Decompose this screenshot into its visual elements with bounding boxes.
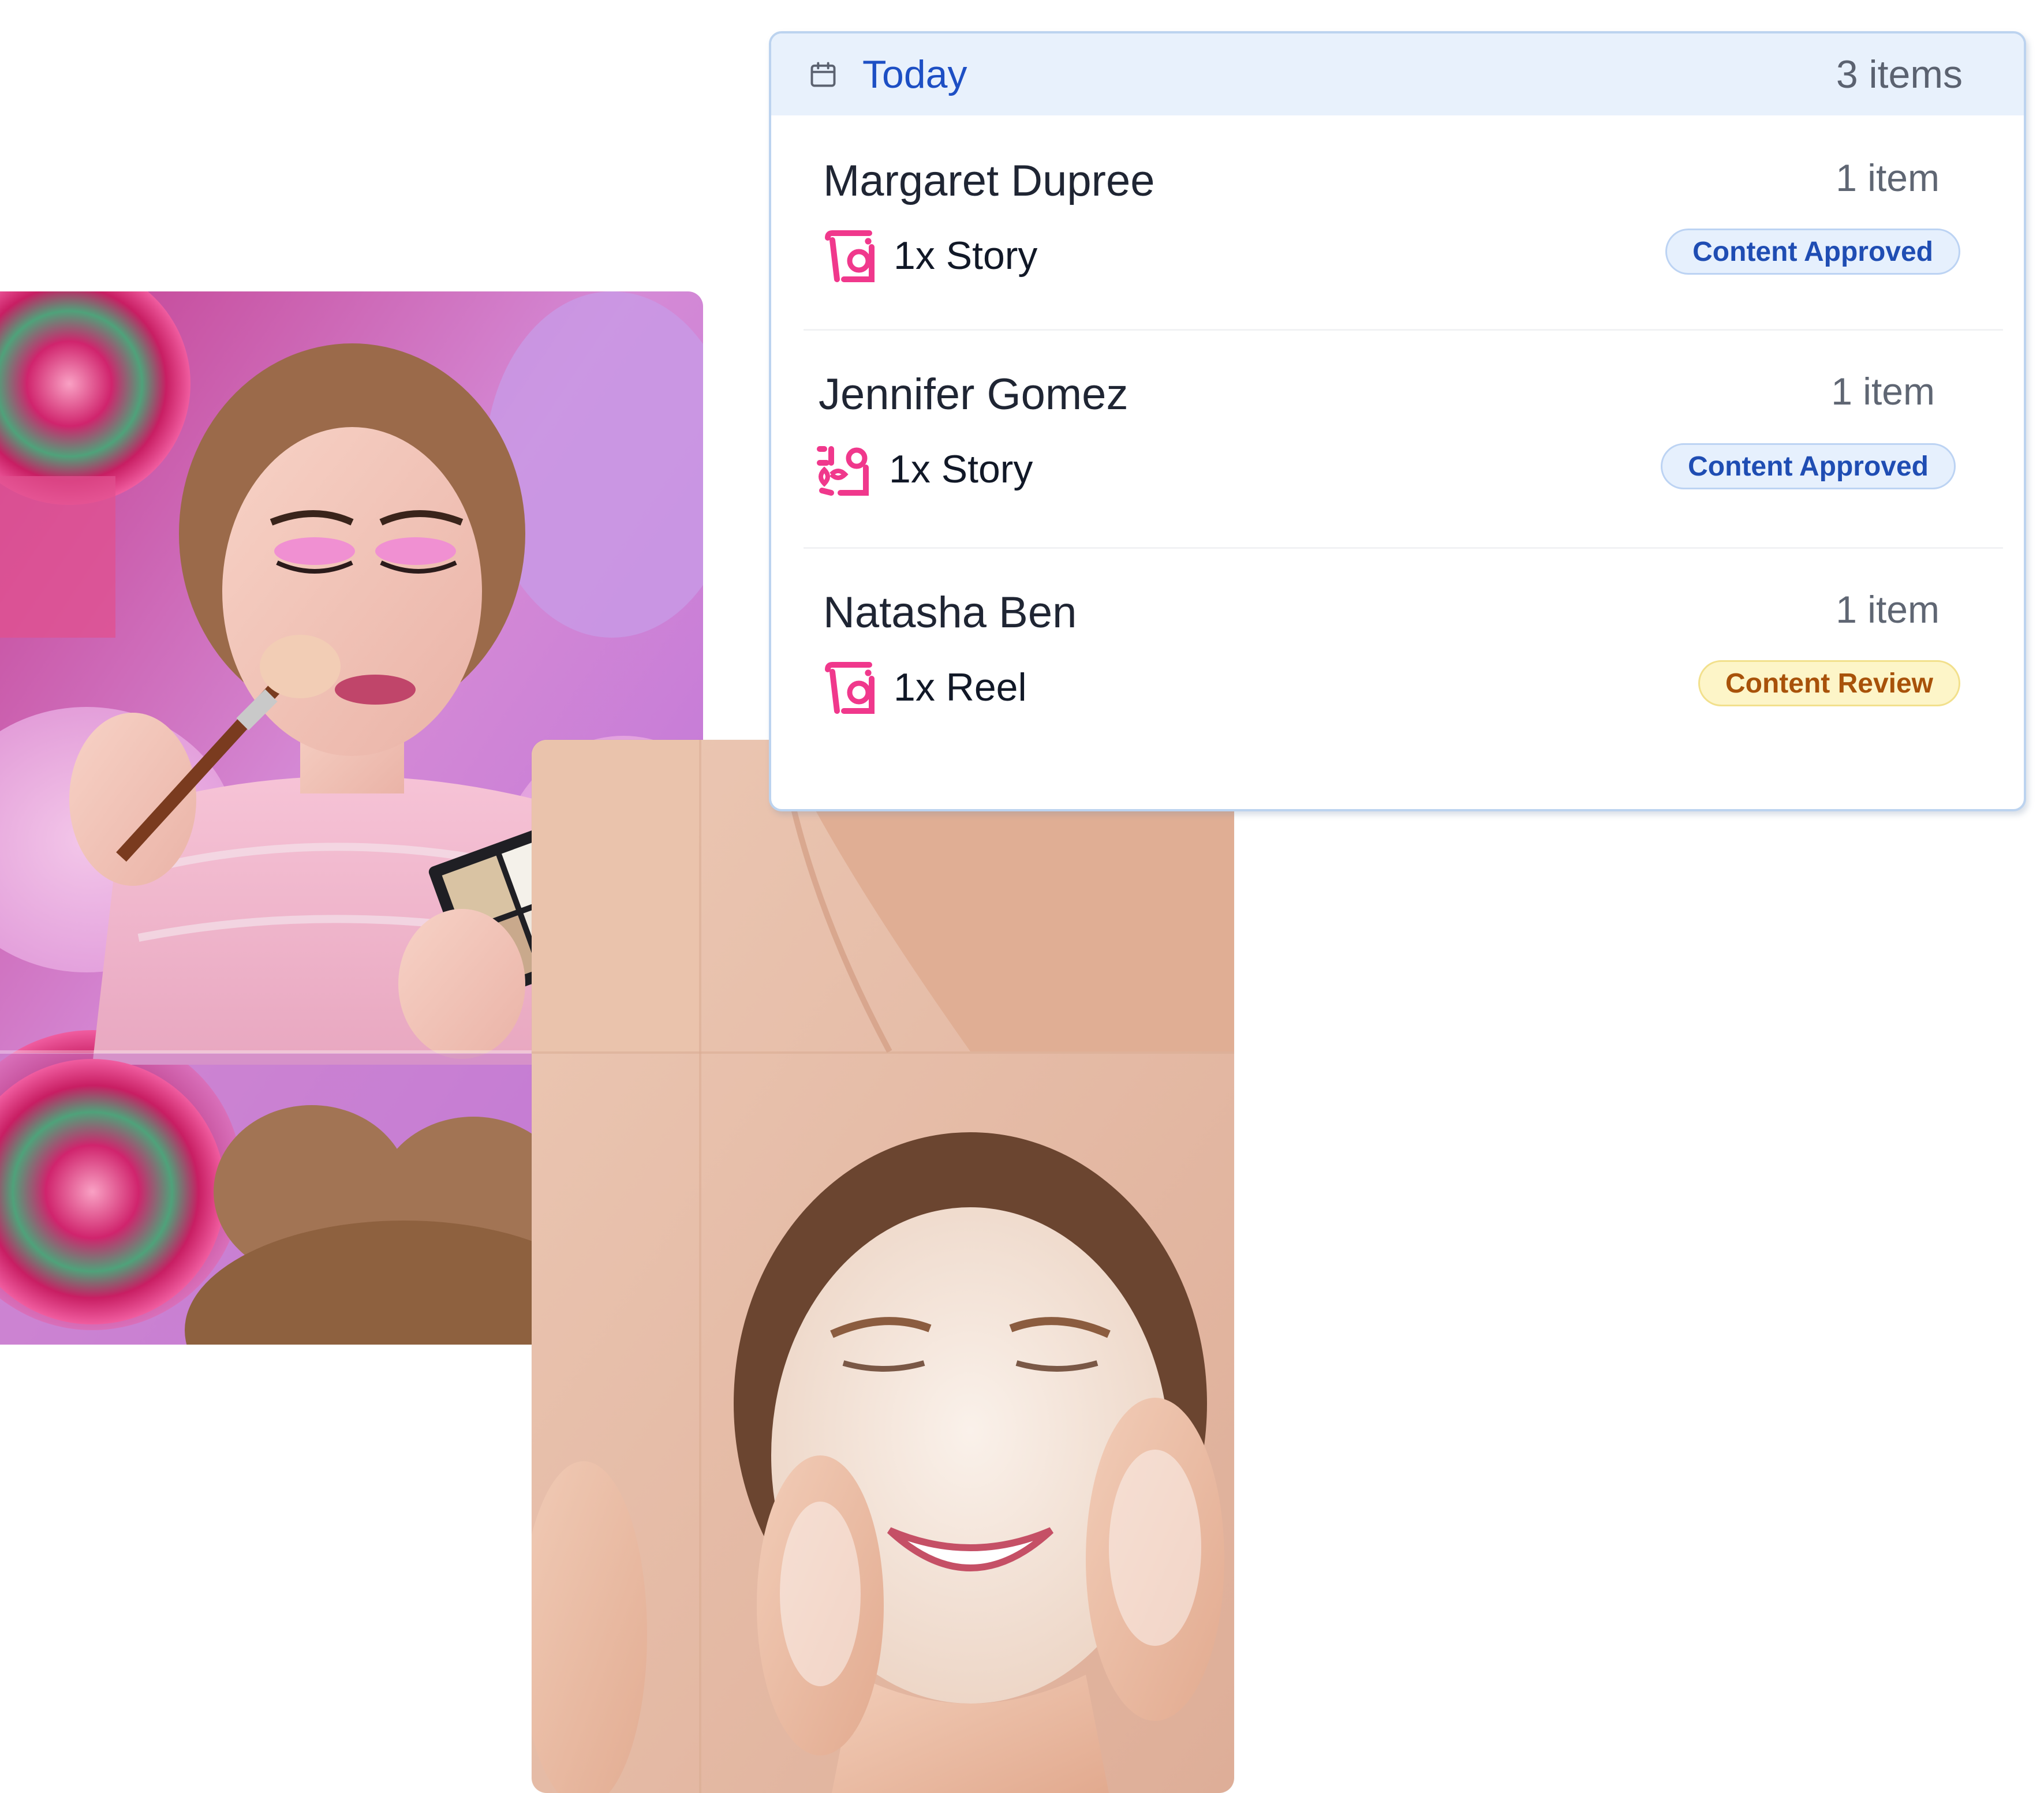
skincare-face-wash-photo xyxy=(532,740,1234,1793)
schedule-entry-jennifer-gomez[interactable]: Jennifer Gomez 1 item 1x Story Content A… xyxy=(771,329,2024,542)
schedule-item-count: 3 items xyxy=(1836,53,1963,96)
instagram-icon xyxy=(825,230,875,282)
creator-item-count: 1 item xyxy=(1836,588,1940,631)
schedule-header[interactable]: Today 3 items xyxy=(771,33,2024,115)
status-badge[interactable]: Content Approved xyxy=(1661,443,1956,489)
schedule-date-title: Today xyxy=(862,53,967,96)
creator-name: Natasha Ben xyxy=(823,588,1077,637)
deliverable-label: 1x Story xyxy=(889,447,1033,491)
schedule-card: Today 3 items Margaret Dupree 1 item 1x … xyxy=(769,31,2026,811)
creator-item-count: 1 item xyxy=(1836,156,1940,199)
schedule-entry-margaret-dupree[interactable]: Margaret Dupree 1 item 1x Story Content … xyxy=(771,115,2024,329)
deliverable-label: 1x Reel xyxy=(894,665,1027,709)
schedule-entry-natasha-ben[interactable]: Natasha Ben 1 item 1x Reel Content Revie… xyxy=(771,547,2024,761)
status-badge[interactable]: Content Review xyxy=(1698,660,1960,706)
instagram-icon xyxy=(817,446,869,496)
deliverable-label: 1x Story xyxy=(894,234,1038,278)
calendar-icon xyxy=(810,62,836,87)
creator-name: Margaret Dupree xyxy=(823,156,1155,205)
creator-name: Jennifer Gomez xyxy=(819,370,1129,419)
skincare-photo-illustration xyxy=(532,740,1234,1793)
status-badge[interactable]: Content Approved xyxy=(1665,229,1960,275)
creator-item-count: 1 item xyxy=(1831,370,1935,413)
instagram-icon xyxy=(825,662,875,714)
